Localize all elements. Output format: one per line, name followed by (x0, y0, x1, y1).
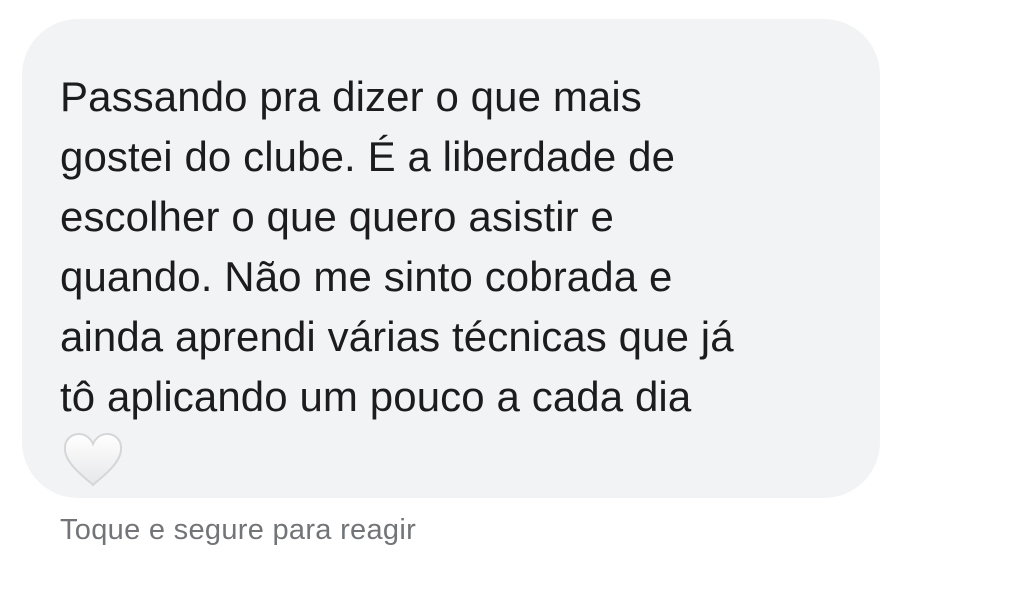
message-text: Passando pra dizer o que mais gostei do … (60, 67, 840, 427)
message-bubble[interactable]: Passando pra dizer o que mais gostei do … (22, 19, 880, 498)
message-line: escolher o que quero asistir e (60, 193, 614, 240)
message-line: gostei do clube. É a liberdade de (60, 133, 676, 180)
message-line: tô aplicando um pouco a cada dia (60, 373, 692, 420)
reaction-hint: Toque e segure para reagir (60, 514, 417, 546)
white-heart-icon (63, 432, 123, 487)
chat-screen: Passando pra dizer o que mais gostei do … (0, 0, 1024, 589)
message-line: Passando pra dizer o que mais (60, 73, 642, 120)
message-line: ainda aprendi várias técnicas que já (60, 313, 734, 360)
message-line: quando. Não me sinto cobrada e (60, 253, 673, 300)
